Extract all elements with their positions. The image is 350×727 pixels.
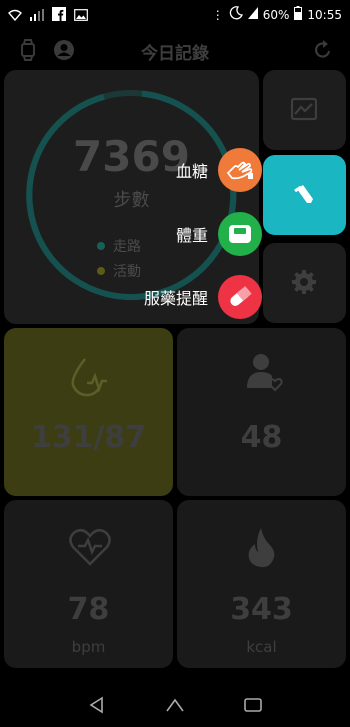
wifi-icon <box>8 6 22 25</box>
flame-icon <box>248 528 275 568</box>
blood-glucose-icon[interactable] <box>218 148 262 192</box>
person-heart-icon <box>247 354 283 392</box>
blood-pressure-value: 131/87 <box>30 420 147 455</box>
legend-activity-label: 活動 <box>113 264 141 280</box>
settings-button[interactable] <box>263 243 346 323</box>
heart-rate-value: 48 <box>240 420 283 455</box>
app-header: 今日記錄 <box>0 30 350 70</box>
facebook-icon <box>52 6 66 25</box>
gear-icon <box>292 270 316 294</box>
chart-button[interactable] <box>263 70 346 150</box>
back-icon[interactable] <box>88 696 106 718</box>
image-icon <box>74 6 88 25</box>
heart-pulse-icon <box>69 528 111 566</box>
fab-medication[interactable]: 服藥提醒 <box>144 275 262 319</box>
pencil-icon <box>294 185 313 203</box>
pill-icon[interactable] <box>218 275 262 319</box>
chart-icon <box>291 97 317 121</box>
battery-text: 60% <box>262 7 290 22</box>
blood-drop-icon <box>71 358 107 397</box>
legend-walking: 走路 <box>97 236 141 256</box>
pulse-card[interactable]: 78 bpm <box>4 500 173 668</box>
fab-medication-label: 服藥提醒 <box>143 289 208 308</box>
battery-signal-icon <box>247 7 258 22</box>
fab-blood-glucose[interactable]: 血糖 <box>176 148 262 192</box>
legend-walking-label: 走路 <box>113 239 141 255</box>
fab-blood-glucose-label: 血糖 <box>175 162 208 181</box>
page-title: 今日記錄 <box>141 44 209 64</box>
calories-value: 343 <box>230 592 293 627</box>
walking-dot <box>97 242 105 250</box>
blood-pressure-card[interactable]: 131/87 <box>4 328 173 496</box>
system-navigation-bar <box>0 684 350 727</box>
fab-weight-label: 體重 <box>175 226 208 245</box>
fab-weight[interactable]: 體重 <box>176 212 262 256</box>
signal-icon <box>30 6 44 25</box>
more-icon: ⋮ <box>211 7 224 22</box>
calories-unit: kcal <box>246 638 277 656</box>
home-icon[interactable] <box>165 696 185 718</box>
legend-activity: 活動 <box>97 261 141 281</box>
weight-scale-icon[interactable] <box>218 212 262 256</box>
status-bar: ⋮ 60% 10:55 <box>0 0 350 30</box>
pulse-value: 78 <box>67 592 110 627</box>
battery-icon <box>294 6 303 23</box>
heart-rate-card[interactable]: 48 <box>177 328 346 496</box>
recents-icon[interactable] <box>243 696 263 718</box>
activity-dot <box>97 267 105 275</box>
refresh-icon[interactable] <box>312 39 334 61</box>
clock-text: 10:55 <box>307 7 342 22</box>
record-button[interactable] <box>263 155 346 235</box>
calories-card[interactable]: 343 kcal <box>177 500 346 668</box>
pulse-unit: bpm <box>71 638 106 656</box>
do-not-disturb-icon <box>229 6 243 23</box>
